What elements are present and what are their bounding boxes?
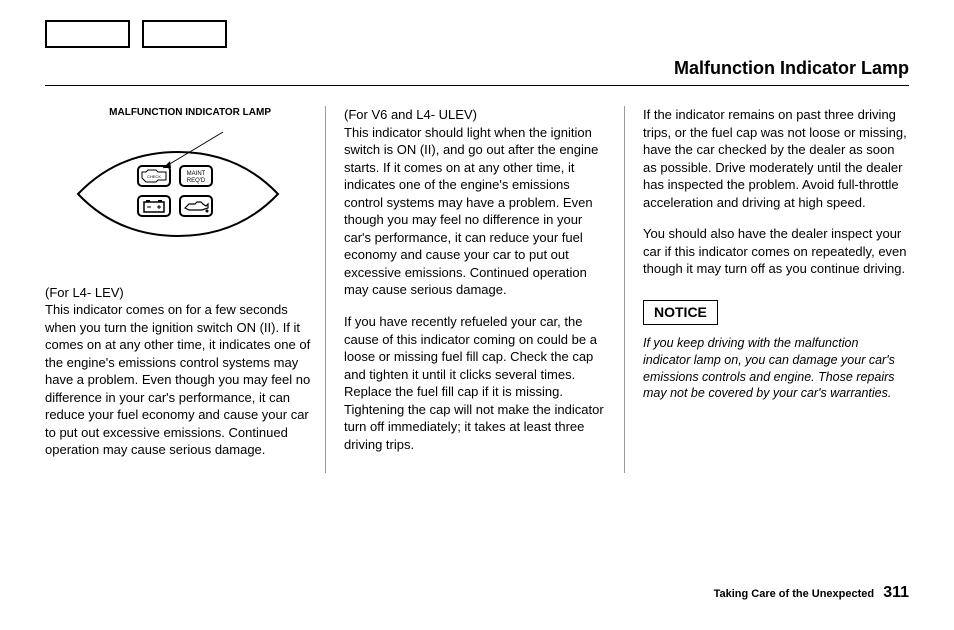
column-2: (For V6 and L4- ULEV) This indicator sho… — [344, 106, 625, 473]
notice-text: If you keep driving with the malfunction… — [643, 335, 909, 403]
col2-p1: This indicator should light when the ign… — [344, 124, 610, 299]
top-box-1 — [45, 20, 130, 48]
check-engine-icon: CHECK — [138, 166, 170, 186]
page-title: Malfunction Indicator Lamp — [45, 58, 909, 86]
maint-reqd-icon: MAINT REQ'D — [180, 166, 212, 186]
svg-text:MAINT: MAINT — [187, 171, 206, 177]
top-box-2 — [142, 20, 227, 48]
content-area: MALFUNCTION INDICATOR LAMP CHECK MAINT R… — [45, 106, 909, 473]
col1-subhead: (For L4- LEV) — [45, 284, 311, 302]
col1-p1: This indicator comes on for a few second… — [45, 301, 311, 459]
col2-subhead: (For V6 and L4- ULEV) — [344, 106, 610, 124]
svg-text:REQ'D: REQ'D — [187, 178, 206, 184]
indicator-lamp-figure: CHECK MAINT REQ'D — [58, 124, 298, 254]
footer: Taking Care of the Unexpected 311 — [714, 584, 909, 602]
col3-p2: You should also have the dealer inspect … — [643, 225, 909, 278]
svg-text:CHECK: CHECK — [147, 174, 161, 179]
oil-icon — [180, 196, 212, 216]
top-tab-boxes — [45, 20, 909, 48]
page-number: 311 — [883, 584, 909, 601]
footer-section: Taking Care of the Unexpected — [714, 588, 875, 600]
battery-icon — [138, 196, 170, 216]
column-1: MALFUNCTION INDICATOR LAMP CHECK MAINT R… — [45, 106, 326, 473]
column-3: If the indicator remains on past three d… — [643, 106, 909, 473]
notice-label: NOTICE — [643, 300, 718, 325]
figure-caption: MALFUNCTION INDICATOR LAMP — [45, 106, 311, 120]
col2-p2: If you have recently refueled your car, … — [344, 313, 610, 453]
col3-p1: If the indicator remains on past three d… — [643, 106, 909, 211]
